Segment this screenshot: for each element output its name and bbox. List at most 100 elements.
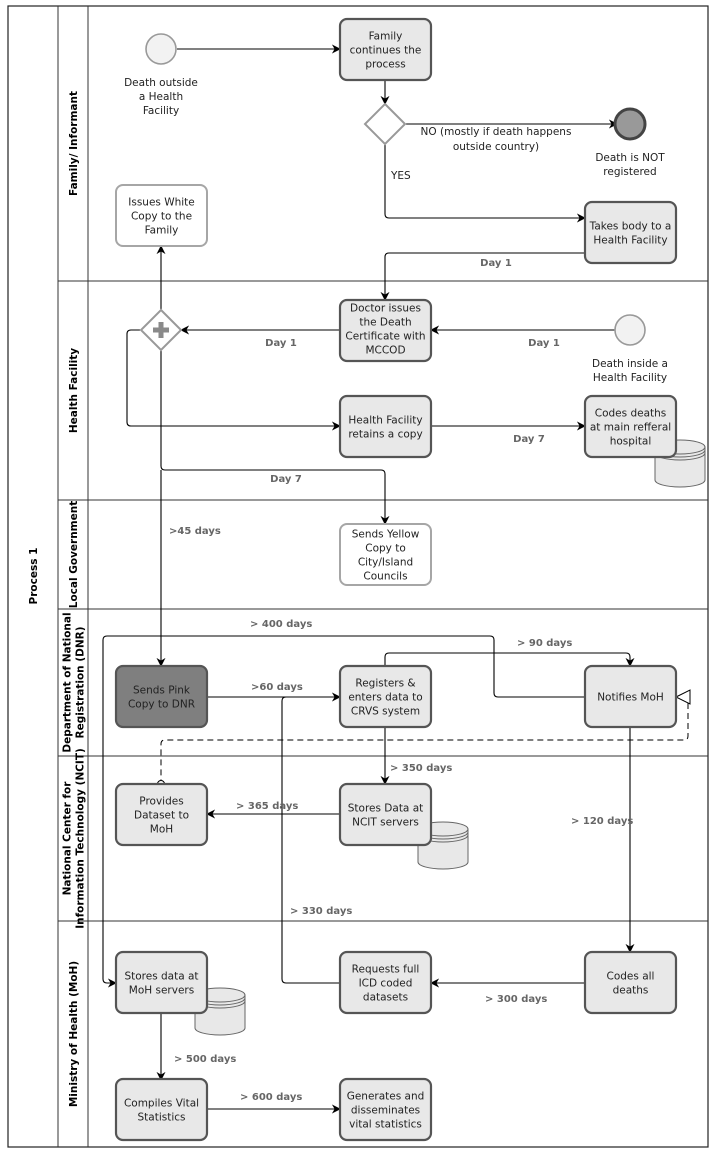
task-label: enters data to (348, 692, 422, 704)
task-codes-all[interactable]: Codes all deaths (583, 950, 678, 1015)
event-label-end-not-registered: registered (603, 166, 656, 178)
task-family-continues[interactable]: Family continues the process (338, 17, 433, 82)
task-label: retains a copy (348, 429, 422, 441)
edge-label-no: NO (mostly if death happens (421, 126, 572, 138)
task-issues-white[interactable]: Issues White Copy to the Family (115, 184, 208, 247)
task-label: vital statistics (349, 1119, 422, 1131)
task-label: Provides (139, 796, 183, 808)
bpmn-diagram: Process 1 Family/ Informant Health Facili… (7, 5, 709, 1148)
edge-label: > 300 days (485, 994, 547, 1005)
edge-label: > 400 days (250, 619, 312, 630)
edge-label: Day 7 (513, 434, 545, 445)
task-label: Generates and (347, 1091, 425, 1103)
task-label: Health Facility (348, 415, 422, 427)
start-event-inside[interactable] (614, 314, 646, 346)
task-label: Compiles Vital (124, 1098, 199, 1110)
task-label: Notifies MoH (597, 692, 664, 704)
edge-label-no: outside country) (453, 141, 539, 153)
task-takes-body[interactable]: Takes body to a Health Facility (583, 200, 678, 265)
task-stores-moh[interactable]: Stores data at MoH servers (114, 950, 209, 1015)
task-label: NCIT servers (352, 817, 419, 829)
task-label: CRVS system (351, 706, 420, 718)
task-label: Copy to the (131, 211, 192, 223)
task-requests-icd[interactable]: Requests full ICD coded datasets (338, 950, 433, 1015)
task-label: Copy to (365, 543, 406, 555)
task-provides-dataset[interactable]: Provides Dataset to MoH (114, 782, 209, 847)
task-label: Family (369, 31, 403, 43)
task-sends-yellow[interactable]: Sends Yellow Copy to City/Island Councils (339, 523, 432, 586)
edge-label: >45 days (169, 526, 221, 537)
task-box[interactable] (583, 950, 678, 1015)
start-event-outside[interactable] (145, 33, 177, 65)
lane-label-dnr: Department of National (62, 612, 74, 752)
edge-label: Day 1 (480, 258, 512, 269)
task-label: Certificate with (345, 331, 425, 343)
task-box[interactable] (114, 950, 209, 1015)
lane-label-ncit: Information Technology (NCIT) (75, 748, 87, 929)
task-label: Copy to DNR (128, 699, 195, 711)
task-label: Registers & (355, 678, 415, 690)
edge-label: Day 1 (265, 338, 297, 349)
task-label: Doctor issues (350, 303, 421, 315)
task-label: continues the (350, 45, 422, 57)
lane-label-dnr: Registration (DNR) (75, 626, 87, 738)
task-label: Statistics (138, 1112, 186, 1124)
end-event-not-registered[interactable] (613, 107, 647, 141)
lane-label-ncit: National Center for (62, 781, 74, 896)
edge-label: > 120 days (571, 816, 633, 827)
task-label: MCCOD (365, 345, 405, 357)
lane-label-lg: Local Government (68, 501, 80, 608)
pool-title: Process 1 (28, 548, 40, 605)
edge-label: > 500 days (174, 1054, 236, 1065)
task-label: hospital (610, 436, 652, 448)
task-label: Family (145, 225, 179, 237)
edge-label: > 330 days (290, 906, 352, 917)
task-label: MoH servers (129, 985, 194, 997)
task-stores-ncit[interactable]: Stores Data at NCIT servers (338, 782, 433, 847)
task-label: the Death (359, 317, 411, 329)
edge-label: > 600 days (240, 1092, 302, 1103)
task-label: datasets (363, 992, 408, 1004)
task-compiles-vital[interactable]: Compiles Vital Statistics (114, 1077, 209, 1142)
edge-label: >60 days (251, 682, 303, 693)
task-sends-pink[interactable]: Sends Pink Copy to DNR (114, 664, 209, 729)
edge-label: > 350 days (390, 763, 452, 774)
task-box[interactable] (114, 1077, 209, 1142)
lane-label-moh: Ministry of Health (MoH) (68, 961, 80, 1107)
event-label-end-not-registered: Death is NOT (595, 152, 665, 164)
task-label: Takes body to a (589, 221, 672, 233)
edge-label: Day 1 (528, 338, 560, 349)
edge-label: Day 7 (270, 474, 302, 485)
task-label: Issues White (128, 197, 195, 209)
task-label: ICD coded (359, 978, 413, 990)
task-box[interactable] (114, 664, 209, 729)
task-notifies-moh[interactable]: Notifies MoH (583, 664, 678, 729)
lane-label-family: Family/ Informant (68, 91, 80, 196)
task-label: process (365, 59, 405, 71)
task-box[interactable] (338, 394, 433, 459)
event-label-start-outside: Facility (143, 105, 179, 117)
edge-label: > 365 days (236, 801, 298, 812)
task-label: Sends Yellow (352, 529, 420, 541)
task-label: Stores Data at (348, 803, 424, 815)
task-label: Codes all (607, 971, 655, 983)
task-box[interactable] (338, 782, 433, 847)
task-doctor-issues[interactable]: Doctor issues the Death Certificate with MC… (338, 298, 433, 363)
event-label-start-inside: Health Facility (593, 372, 667, 384)
event-label-start-outside: Death outside (124, 77, 198, 89)
edge-label: > 90 days (517, 638, 572, 649)
lane-label-hf: Health Facility (68, 348, 80, 433)
task-label: City/Island (358, 557, 413, 569)
task-box[interactable] (583, 200, 678, 265)
task-label: Dataset to (134, 810, 189, 822)
event-label-start-inside: Death inside a (592, 358, 668, 370)
task-hf-retains[interactable]: Health Facility retains a copy (338, 394, 433, 459)
task-codes-deaths-hospital[interactable]: Codes deaths at main refferal hospital (583, 394, 678, 459)
task-label: Sends Pink (133, 685, 191, 697)
task-label: at main refferal (590, 422, 671, 434)
task-registers[interactable]: Registers & enters data to CRVS system (338, 664, 433, 729)
task-label: Stores data at (124, 971, 198, 983)
task-label: disseminates (351, 1105, 420, 1117)
task-label: Requests full (352, 964, 420, 976)
task-generates-vital[interactable]: Generates and disseminates vital statistic… (338, 1077, 433, 1142)
